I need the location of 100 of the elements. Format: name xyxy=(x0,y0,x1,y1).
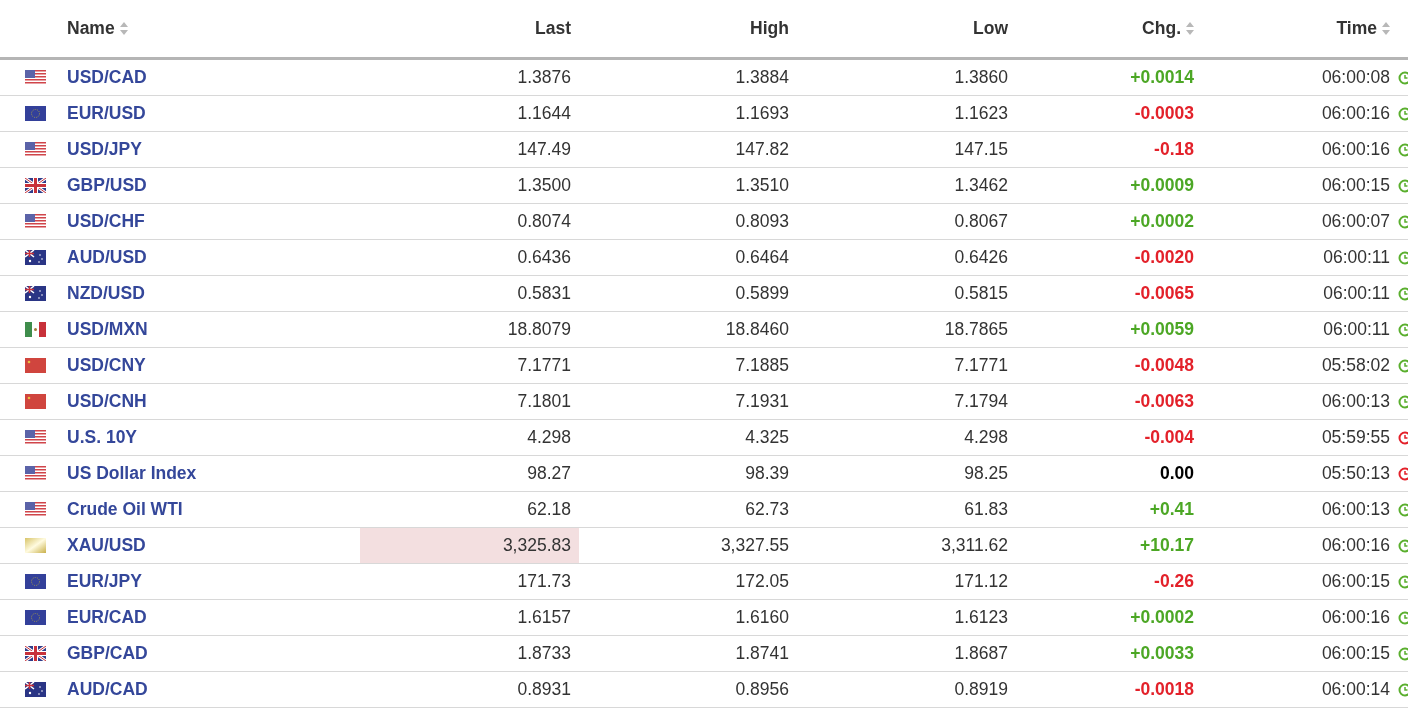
australia-flag-icon xyxy=(25,250,46,265)
column-header: High xyxy=(750,18,789,39)
change-cell: +10.17 xyxy=(1016,527,1202,564)
table-cell: 1.8741 xyxy=(579,635,797,672)
change-cell: -0.0018 xyxy=(1016,671,1202,708)
change-cell: +0.0033 xyxy=(1016,635,1202,672)
time-cell: 06:00:16 xyxy=(1202,95,1398,132)
change-cell: -0.0003 xyxy=(1016,95,1202,132)
change-cell: +0.41 xyxy=(1016,491,1202,528)
column-header: Last xyxy=(535,18,571,39)
table-cell: 62.18 xyxy=(360,491,579,528)
us-flag-icon xyxy=(25,214,46,229)
instrument-link[interactable]: XAU/USD xyxy=(67,535,146,555)
table-cell: 62.73 xyxy=(579,491,797,528)
instrument-link[interactable]: AUD/USD xyxy=(67,247,147,267)
instrument-link[interactable]: GBP/CAD xyxy=(67,643,148,663)
table-cell: 7.1931 xyxy=(579,383,797,420)
change-cell: 0.00 xyxy=(1016,455,1202,492)
us-flag-icon xyxy=(25,466,46,481)
instrument-link[interactable]: USD/JPY xyxy=(67,139,142,159)
column-header[interactable]: Name xyxy=(67,18,115,39)
table-cell: 171.73 xyxy=(360,563,579,600)
table-cell: 0.8074 xyxy=(360,203,579,240)
table-cell: 0.8919 xyxy=(797,671,1016,708)
table-cell: 3,327.55 xyxy=(579,527,797,564)
us-flag-icon xyxy=(25,430,46,445)
table-cell: 7.1885 xyxy=(579,347,797,384)
time-cell: 06:00:11 xyxy=(1202,275,1398,312)
time-cell: 06:00:16 xyxy=(1202,527,1398,564)
instrument-link[interactable]: GBP/USD xyxy=(67,175,147,195)
time-cell: 06:00:08 xyxy=(1202,58,1398,96)
table-cell: 1.1623 xyxy=(797,95,1016,132)
change-cell: -0.26 xyxy=(1016,563,1202,600)
instrument-link[interactable]: U.S. 10Y xyxy=(67,427,138,447)
time-cell: 06:00:14 xyxy=(1202,671,1398,708)
table-cell: 98.25 xyxy=(797,455,1016,492)
eu-flag-icon xyxy=(25,574,46,589)
australia-flag-icon xyxy=(25,286,46,301)
instrument-link[interactable]: EUR/USD xyxy=(67,103,146,123)
table-cell: 1.1644 xyxy=(360,95,579,132)
instrument-link[interactable]: USD/CHF xyxy=(67,211,145,231)
instrument-link[interactable]: USD/CAD xyxy=(67,67,147,87)
table-cell: 4.298 xyxy=(360,419,579,456)
time-cell: 06:00:15 xyxy=(1202,563,1398,600)
change-cell: +0.0009 xyxy=(1016,167,1202,204)
sort-icon[interactable] xyxy=(1186,22,1194,35)
table-cell: 3,311.62 xyxy=(797,527,1016,564)
instrument-link[interactable]: EUR/JPY xyxy=(67,571,142,591)
time-cell: 05:59:55 xyxy=(1202,419,1398,456)
change-cell: -0.0063 xyxy=(1016,383,1202,420)
china-flag-icon xyxy=(25,394,46,409)
time-cell: 06:00:13 xyxy=(1202,491,1398,528)
table-cell: 1.6157 xyxy=(360,599,579,636)
australia-flag-icon xyxy=(25,682,46,697)
table-cell: 18.8460 xyxy=(579,311,797,348)
instrument-link[interactable]: Crude Oil WTI xyxy=(67,499,183,519)
table-cell: 7.1801 xyxy=(360,383,579,420)
table-cell: 1.3500 xyxy=(360,167,579,204)
china-flag-icon xyxy=(25,358,46,373)
table-cell: 61.83 xyxy=(797,491,1016,528)
highlighted-price-cell: 3,325.83 xyxy=(360,527,579,564)
table-cell: 0.8931 xyxy=(360,671,579,708)
table-cell: 1.8733 xyxy=(360,635,579,672)
table-cell: 171.12 xyxy=(797,563,1016,600)
table-cell: 4.298 xyxy=(797,419,1016,456)
change-cell: +0.0002 xyxy=(1016,599,1202,636)
change-cell: +0.0059 xyxy=(1016,311,1202,348)
table-cell: 1.8687 xyxy=(797,635,1016,672)
table-cell: 7.1771 xyxy=(797,347,1016,384)
table-cell: 0.6464 xyxy=(579,239,797,276)
instrument-link[interactable]: EUR/CAD xyxy=(67,607,147,627)
table-cell: 1.1693 xyxy=(579,95,797,132)
table-cell: 147.15 xyxy=(797,131,1016,168)
table-cell: 147.49 xyxy=(360,131,579,168)
instrument-link[interactable]: USD/MXN xyxy=(67,319,148,339)
instrument-link[interactable]: US Dollar Index xyxy=(67,463,197,483)
instrument-link[interactable]: USD/CNY xyxy=(67,355,146,375)
instrument-link[interactable]: NZD/USD xyxy=(67,283,145,303)
table-cell: 1.3510 xyxy=(579,167,797,204)
change-cell: -0.0048 xyxy=(1016,347,1202,384)
instrument-link[interactable]: AUD/CAD xyxy=(67,679,148,699)
table-cell: 98.27 xyxy=(360,455,579,492)
table-cell: 0.8067 xyxy=(797,203,1016,240)
table-cell: 0.8956 xyxy=(579,671,797,708)
table-cell: 172.05 xyxy=(579,563,797,600)
time-cell: 06:00:15 xyxy=(1202,635,1398,672)
table-cell: 1.3462 xyxy=(797,167,1016,204)
us-flag-icon xyxy=(25,70,46,85)
table-cell: 4.325 xyxy=(579,419,797,456)
time-cell: 06:00:07 xyxy=(1202,203,1398,240)
table-cell: 18.7865 xyxy=(797,311,1016,348)
change-cell: -0.004 xyxy=(1016,419,1202,456)
sort-icon[interactable] xyxy=(119,22,128,35)
us-flag-icon xyxy=(25,502,46,517)
instrument-link[interactable]: USD/CNH xyxy=(67,391,147,411)
sort-icon[interactable] xyxy=(1382,22,1390,35)
table-cell: 0.5831 xyxy=(360,275,579,312)
column-header[interactable]: Chg. xyxy=(1142,18,1181,39)
mexico-flag-icon xyxy=(25,322,46,337)
column-header[interactable]: Time xyxy=(1336,18,1377,39)
